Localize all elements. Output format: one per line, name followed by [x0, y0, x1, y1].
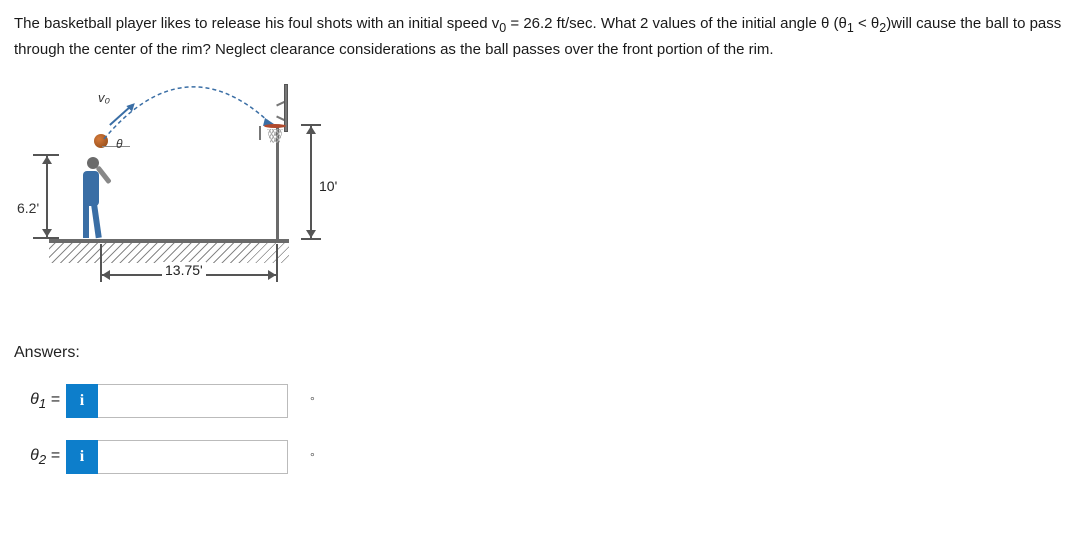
- figure-diagram: 6.2' v₀ θ 10': [14, 74, 334, 304]
- horizontal-distance-label: 13.75': [162, 262, 206, 278]
- theta2-input[interactable]: [98, 440, 288, 474]
- arrow-down-icon: [306, 230, 316, 238]
- net: [267, 129, 283, 143]
- degree-unit: °: [310, 450, 315, 464]
- dim-line: [310, 126, 312, 238]
- hoop-pole: [276, 126, 279, 241]
- problem-statement: The basketball player likes to release h…: [14, 12, 1064, 62]
- arrow-up-icon: [42, 156, 52, 164]
- answer-row-theta1: θ1 = i °: [14, 384, 1064, 418]
- dim-line: [46, 156, 48, 237]
- info-button[interactable]: i: [66, 440, 98, 474]
- info-button[interactable]: i: [66, 384, 98, 418]
- arrow-up-icon: [306, 126, 316, 134]
- eq: =: [46, 447, 60, 464]
- dim-tick: [301, 238, 321, 240]
- dim-tick: [276, 244, 278, 282]
- player-leg: [90, 197, 102, 237]
- answer-label: θ2 =: [14, 447, 66, 467]
- answers-section: Answers: θ1 = i ° θ2 = i °: [14, 344, 1064, 474]
- rim: [264, 124, 286, 128]
- degree-unit: °: [310, 394, 315, 408]
- arrow-down-icon: [42, 229, 52, 237]
- sym: θ: [30, 447, 39, 464]
- answer-label: θ1 =: [14, 391, 66, 411]
- dim-tick: [33, 237, 59, 239]
- text: The basketball player likes to release h…: [14, 15, 499, 32]
- v0-label: v₀: [98, 90, 110, 105]
- arrow-right-icon: [268, 270, 276, 280]
- theta1-input[interactable]: [98, 384, 288, 418]
- player-leg: [83, 198, 89, 238]
- arrow-left-icon: [102, 270, 110, 280]
- release-height-label: 6.2': [17, 200, 39, 216]
- eq: =: [46, 391, 60, 408]
- sym: θ: [30, 391, 39, 408]
- text: = 26.2 ft/sec. What 2 values of the init…: [506, 15, 847, 32]
- text: < θ: [854, 15, 879, 32]
- ground-hatching: [49, 243, 289, 263]
- theta-label: θ: [116, 137, 123, 151]
- sub: 1: [847, 21, 854, 35]
- rim-height-label: 10': [319, 178, 337, 194]
- rim-center-tick: [259, 126, 261, 140]
- answers-heading: Answers:: [14, 344, 1064, 362]
- answer-row-theta2: θ2 = i °: [14, 440, 1064, 474]
